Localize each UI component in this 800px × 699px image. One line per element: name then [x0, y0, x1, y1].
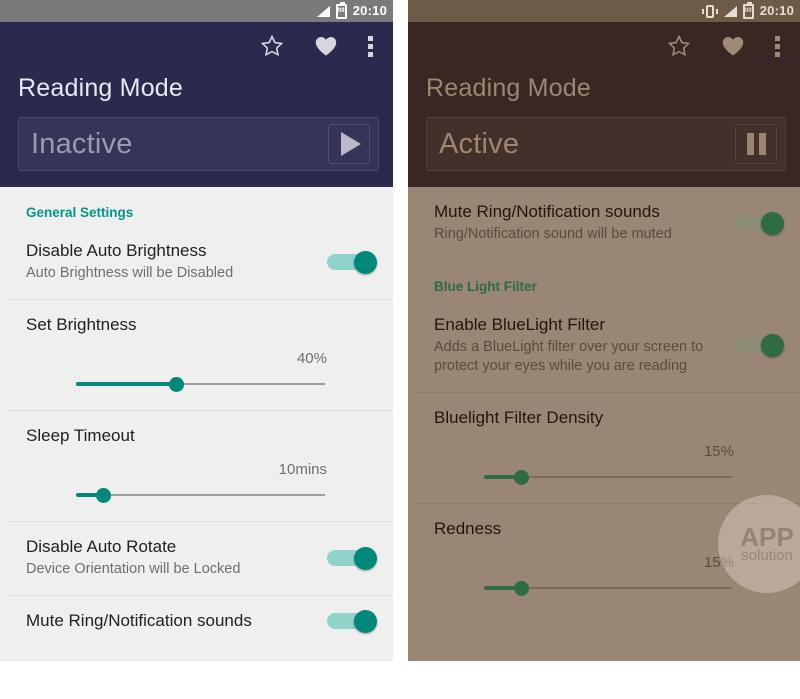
battery-level-label: 99	[337, 8, 345, 14]
overflow-menu-icon[interactable]	[368, 35, 373, 57]
redness-value-label: 15%	[703, 554, 734, 572]
left-settings-list[interactable]: General Settings Disable Auto Brightness…	[0, 187, 393, 661]
setting-title: Set Brightness	[26, 314, 137, 334]
play-button[interactable]	[328, 124, 370, 164]
setting-row-bluelight-filter-density[interactable]: Bluelight Filter Density 15%	[408, 393, 800, 505]
left-status-bar: 99 20:10	[0, 0, 393, 22]
slider-bluelight-filter-density[interactable]	[484, 466, 732, 488]
toggle-mute-ring-notification[interactable]	[327, 609, 377, 633]
state-label: Inactive	[31, 127, 133, 160]
bluelight-density-value-label: 15%	[703, 442, 734, 460]
right-state-panel: Active	[426, 117, 786, 171]
setting-subtitle: Device Orientation will be Locked	[26, 560, 241, 577]
setting-title: Disable Auto Brightness	[26, 241, 207, 260]
sleep-timeout-value-label: 10mins	[278, 460, 327, 478]
dual-screenshot-comparison: 99 20:10 Reading Mode Inactive General S…	[0, 0, 800, 699]
setting-title: Disable Auto Rotate	[26, 536, 177, 556]
setting-title: Redness	[434, 518, 502, 538]
battery-level-label: 99	[744, 8, 752, 14]
right-settings-list[interactable]: Mute Ring/Notification sounds Ring/Notif…	[408, 187, 800, 661]
heart-icon[interactable]	[721, 35, 745, 57]
setting-title: Mute Ring/Notification sounds	[434, 202, 660, 221]
page-title: Reading Mode	[426, 74, 592, 102]
setting-row-disable-auto-brightness[interactable]: Disable Auto Brightness Auto Brightness …	[0, 226, 393, 300]
pause-icon	[746, 133, 766, 155]
setting-subtitle: Auto Brightness will be Disabled	[26, 265, 234, 282]
setting-subtitle: Ring/Notification sound will be muted	[434, 226, 672, 243]
page-title: Reading Mode	[18, 74, 184, 102]
left-app-bar: Reading Mode Inactive	[0, 22, 393, 187]
section-header-general-settings: General Settings	[26, 205, 134, 220]
setting-row-mute-ring-notification[interactable]: Mute Ring/Notification sounds	[0, 596, 393, 648]
status-bar-clock: 20:10	[352, 3, 387, 18]
setting-row-mute-ring-notification[interactable]: Mute Ring/Notification sounds Ring/Notif…	[408, 187, 800, 261]
left-state-panel: Inactive	[18, 117, 379, 171]
setting-title: Enable BlueLight Filter	[434, 314, 606, 334]
setting-subtitle: Adds a BlueLight filter over your screen…	[434, 338, 704, 375]
slider-redness[interactable]	[484, 577, 732, 599]
setting-title: Mute Ring/Notification sounds	[26, 610, 252, 630]
toggle-disable-auto-brightness[interactable]	[327, 250, 377, 274]
toggle-disable-auto-rotate[interactable]	[327, 546, 377, 570]
right-app-bar: Reading Mode Active	[408, 22, 800, 187]
heart-icon[interactable]	[314, 35, 338, 57]
setting-title: Bluelight Filter Density	[434, 407, 604, 427]
right-app-bar-actions	[426, 22, 786, 70]
play-icon	[341, 132, 361, 156]
setting-row-sleep-timeout[interactable]: Sleep Timeout 10mins	[0, 411, 393, 522]
setting-title: Sleep Timeout	[26, 425, 135, 445]
overflow-menu-icon[interactable]	[775, 35, 780, 57]
left-app-bar-actions	[18, 22, 379, 70]
signal-icon	[723, 5, 737, 17]
setting-row-redness[interactable]: Redness 15%	[408, 504, 800, 615]
slider-set-brightness[interactable]	[76, 373, 325, 395]
toggle-mute-ring-notification[interactable]	[734, 211, 784, 235]
setting-row-set-brightness[interactable]: Set Brightness 40%	[0, 300, 393, 411]
brightness-value-label: 40%	[296, 349, 327, 367]
status-bar-clock: 20:10	[759, 3, 794, 18]
toggle-enable-bluelight-filter[interactable]	[734, 334, 784, 358]
star-icon[interactable]	[260, 34, 284, 58]
vibrate-icon	[701, 4, 718, 18]
battery-icon: 99	[742, 1, 754, 19]
state-label: Active	[439, 127, 520, 160]
left-phone-screen: 99 20:10 Reading Mode Inactive General S…	[0, 0, 393, 699]
right-status-bar: 99 20:10	[408, 0, 800, 22]
signal-icon	[316, 5, 330, 17]
battery-icon: 99	[335, 1, 347, 19]
setting-row-disable-auto-rotate[interactable]: Disable Auto Rotate Device Orientation w…	[0, 522, 393, 596]
pause-button[interactable]	[735, 124, 777, 164]
section-header-blue-light-filter: Blue Light Filter	[434, 278, 537, 294]
star-icon[interactable]	[667, 34, 691, 58]
slider-sleep-timeout[interactable]	[76, 484, 325, 506]
right-phone-screen: 99 20:10 Reading Mode Active Mute Ring/N…	[408, 0, 800, 699]
setting-row-enable-bluelight-filter[interactable]: Enable BlueLight Filter Adds a BlueLight…	[408, 300, 800, 394]
